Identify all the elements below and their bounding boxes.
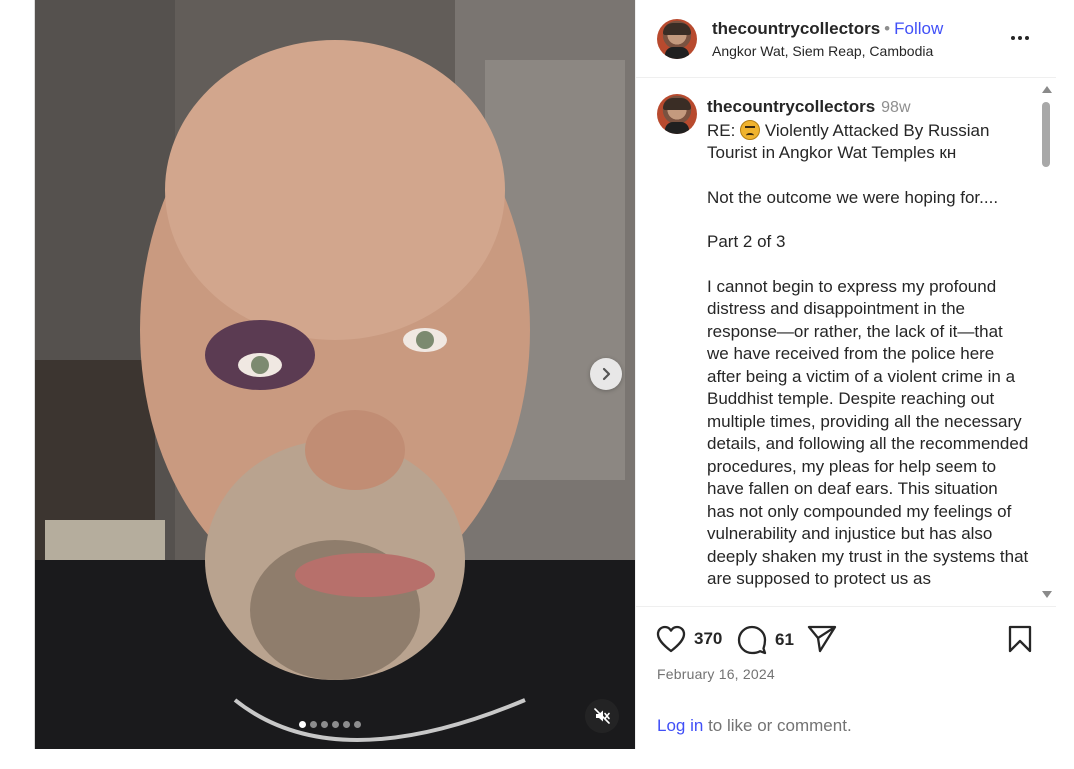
confounded-face-icon xyxy=(740,119,761,140)
caption-area[interactable]: thecountrycollectors 98w RE: Violently At… xyxy=(636,79,1056,606)
caption-username[interactable]: thecountrycollectors xyxy=(707,97,875,116)
author-username[interactable]: thecountrycollectors xyxy=(712,19,880,38)
separator-dot: • xyxy=(884,19,891,38)
login-link[interactable]: Log in xyxy=(657,716,703,735)
post-date[interactable]: February 16, 2024 xyxy=(657,666,775,682)
post-side-panel: thecountrycollectors • Follow Angkor Wat, … xyxy=(635,0,1056,749)
caption-avatar[interactable] xyxy=(657,94,697,134)
actions-bar: 370 61 February 16, 2024 Log in to like … xyxy=(636,606,1056,749)
caption-text: thecountrycollectors 98w RE: Violently At… xyxy=(707,96,1029,591)
caption-title-prefix: RE: xyxy=(707,120,736,140)
login-suffix: to like or comment. xyxy=(708,716,852,735)
post-media[interactable] xyxy=(35,0,635,749)
header-user-line: thecountrycollectors • Follow xyxy=(712,19,943,39)
carousel-indicator xyxy=(299,721,361,728)
caption-paragraph: I cannot begin to express my profound di… xyxy=(707,276,1029,589)
comment-icon xyxy=(737,625,767,655)
login-prompt: Log in to like or comment. xyxy=(657,716,852,736)
post-location[interactable]: Angkor Wat, Siem Reap, Cambodia xyxy=(712,43,933,59)
carousel-dot xyxy=(354,721,361,728)
share-icon xyxy=(807,625,837,653)
bookmark-icon xyxy=(1008,625,1032,653)
scrollbar-thumb[interactable] xyxy=(1042,102,1050,167)
carousel-next-button[interactable] xyxy=(590,358,622,390)
follow-button[interactable]: Follow xyxy=(894,19,943,38)
more-options-button[interactable] xyxy=(1008,28,1032,48)
scroll-down-arrow-icon[interactable] xyxy=(1042,591,1052,598)
video-frame xyxy=(35,0,635,749)
save-button[interactable] xyxy=(1007,625,1033,653)
caption-paragraph: Part 2 of 3 xyxy=(707,232,786,251)
chevron-right-icon xyxy=(602,367,611,381)
carousel-dot xyxy=(332,721,339,728)
carousel-dot xyxy=(343,721,350,728)
caption-paragraph: Not the outcome we were hoping for.... xyxy=(707,187,999,207)
carousel-dot xyxy=(299,721,306,728)
comment-button[interactable]: 61 xyxy=(737,625,794,655)
comment-count[interactable]: 61 xyxy=(775,630,794,650)
post-age: 98w xyxy=(881,99,911,116)
post-container: thecountrycollectors • Follow Angkor Wat, … xyxy=(34,0,1056,749)
like-count[interactable]: 370 xyxy=(694,629,722,649)
carousel-dot xyxy=(310,721,317,728)
caption-header: thecountrycollectors 98w xyxy=(707,96,1029,120)
mute-toggle-button[interactable] xyxy=(585,699,619,733)
muted-audio-icon xyxy=(594,708,610,724)
avatar[interactable] xyxy=(657,19,697,59)
scroll-up-arrow-icon[interactable] xyxy=(1042,86,1052,93)
share-button[interactable] xyxy=(807,625,837,653)
caption-title: RE: Violently Attacked By Russian Touris… xyxy=(707,119,1029,165)
caption-scrollbar[interactable] xyxy=(1039,82,1053,602)
heart-icon xyxy=(656,625,686,653)
like-button[interactable]: 370 xyxy=(656,625,722,653)
carousel-dot xyxy=(321,721,328,728)
more-options-icon xyxy=(1011,36,1015,40)
post-header: thecountrycollectors • Follow Angkor Wat, … xyxy=(636,0,1056,78)
